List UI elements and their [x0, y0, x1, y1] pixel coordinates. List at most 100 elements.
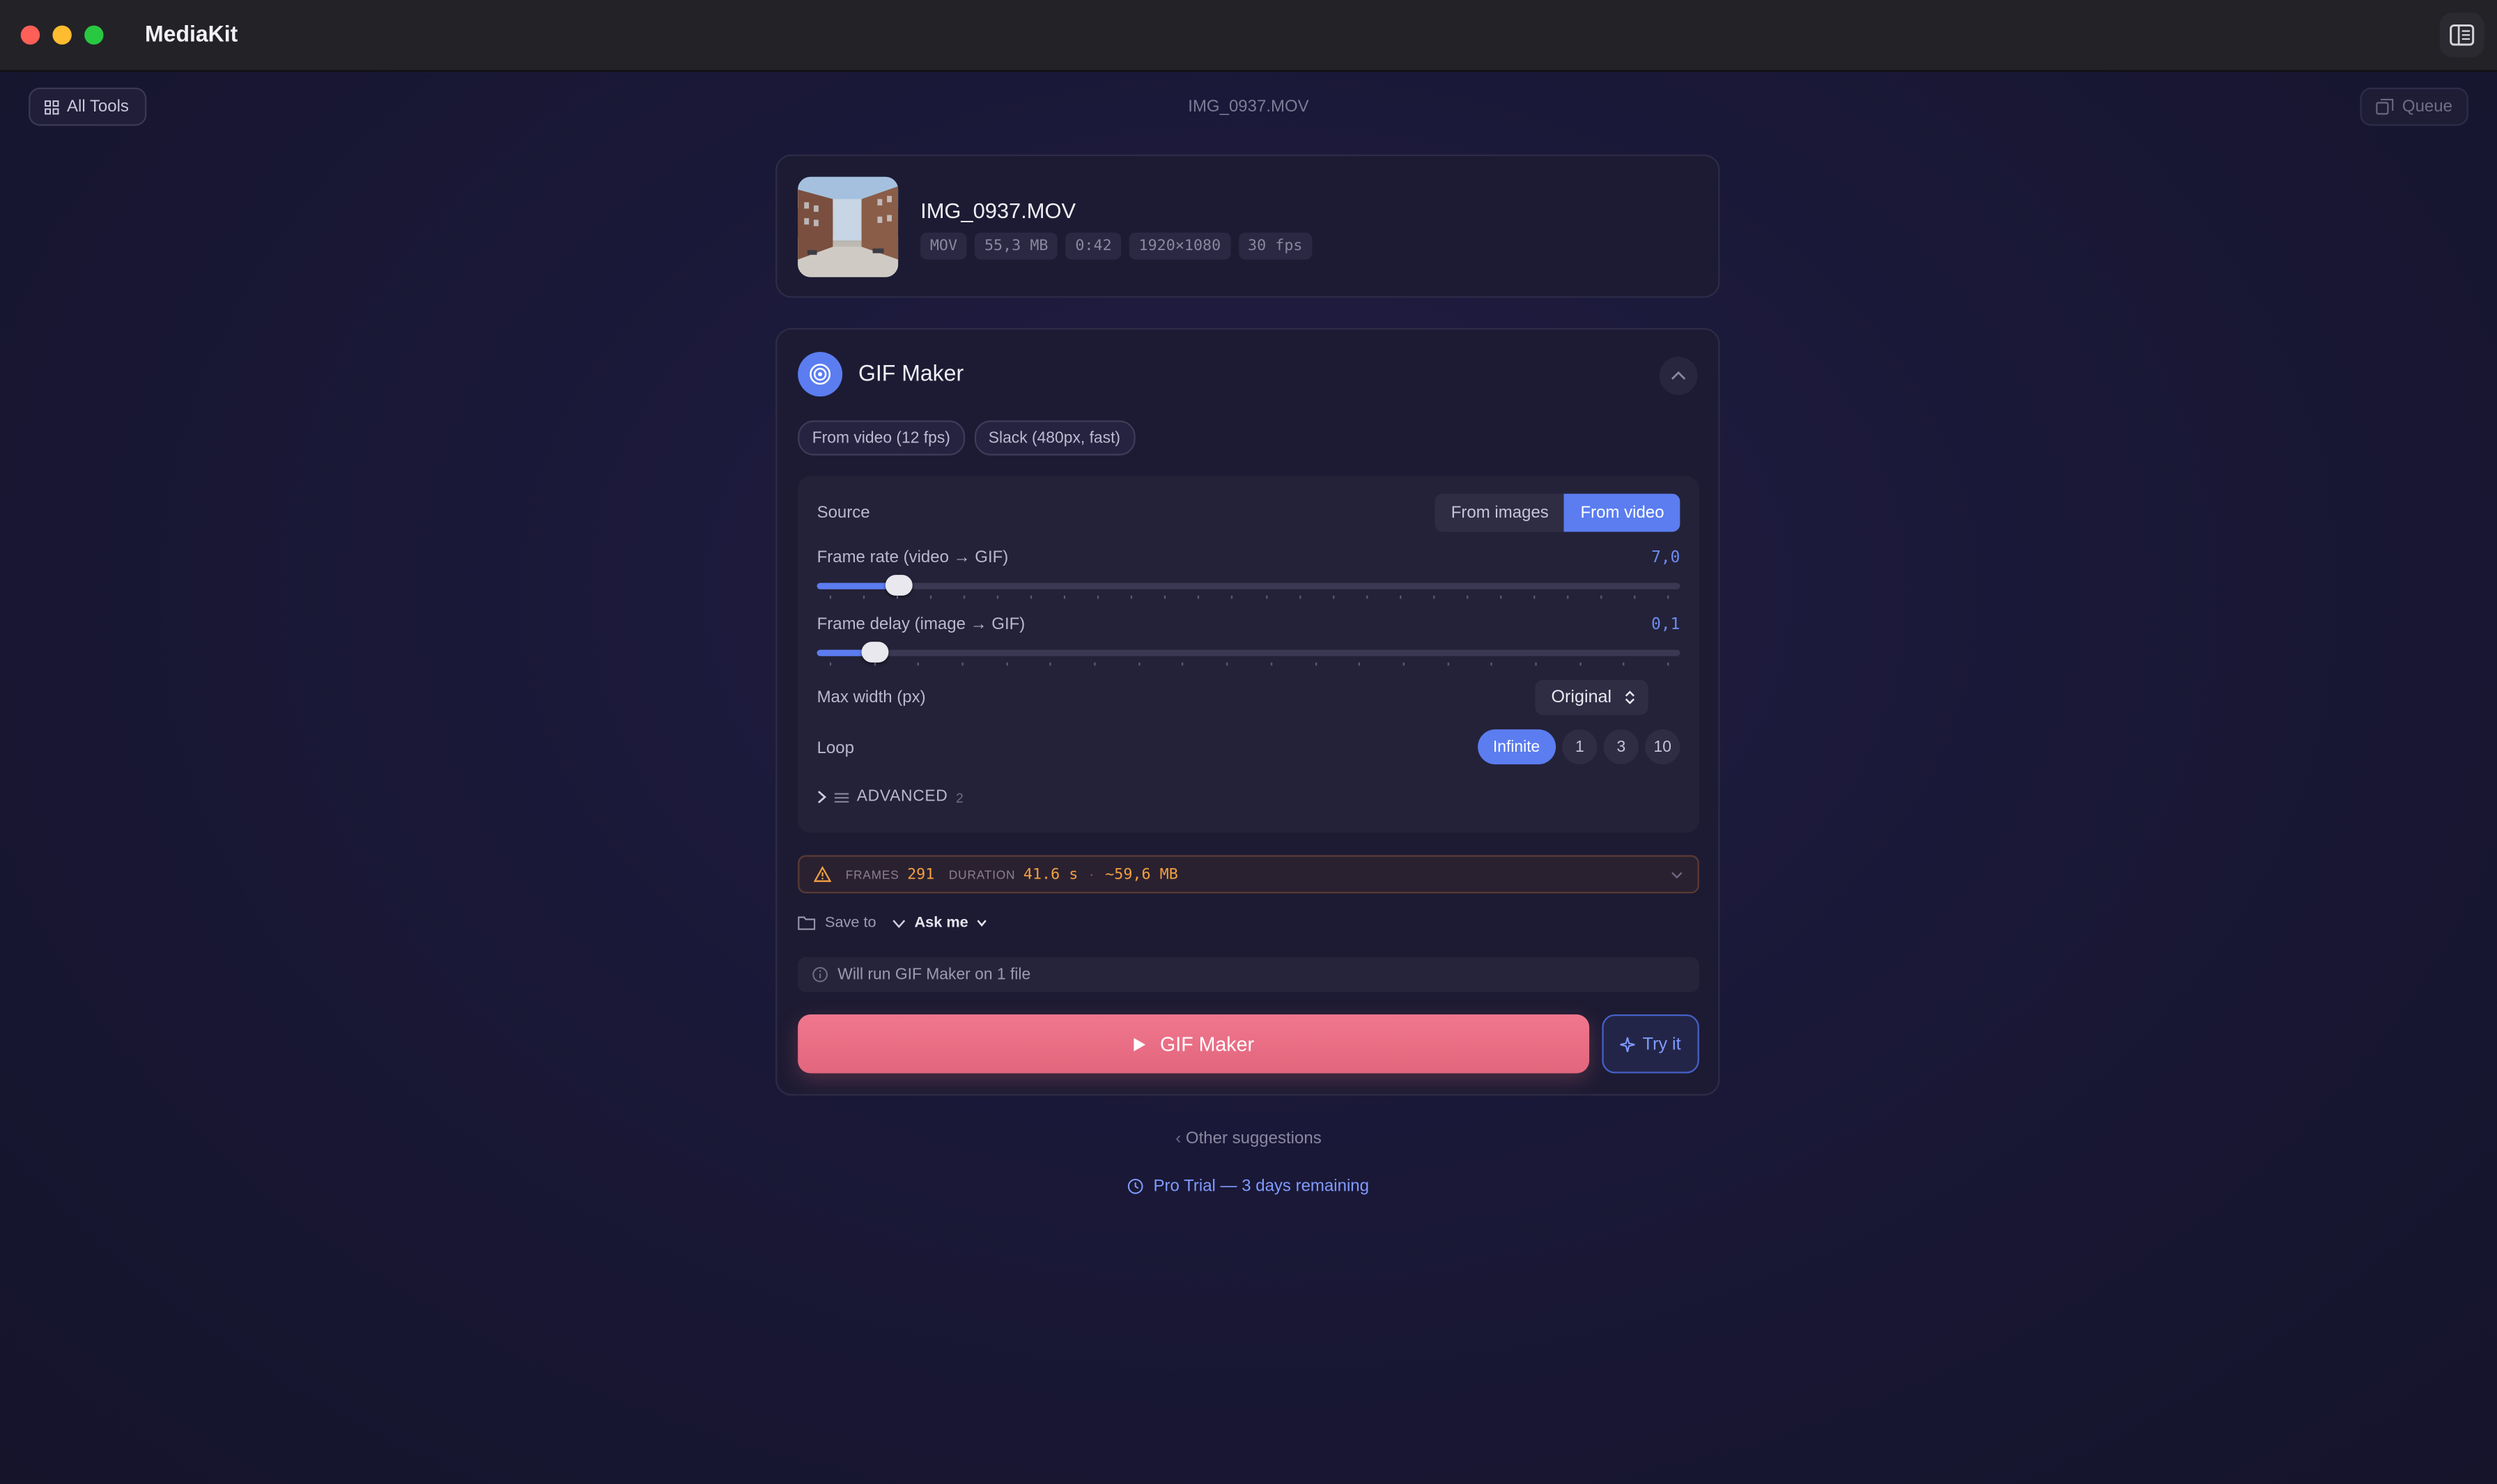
frame-rate-slider[interactable]	[817, 575, 1680, 596]
slider-tick	[829, 595, 832, 599]
slider-tick	[1270, 662, 1272, 666]
slider-tick	[997, 595, 999, 599]
sidebar-toggle-button[interactable]	[2439, 13, 2484, 58]
slider-tick	[1164, 595, 1167, 599]
slider-tick	[1432, 595, 1435, 599]
slider-tick	[1366, 595, 1368, 599]
max-width-value: Original	[1551, 688, 1612, 707]
slider-tick	[1332, 595, 1334, 599]
app-window: MediaKit All Tools IMG_0937.MOV Queue IM…	[0, 0, 2497, 1484]
app-title: MediaKit	[144, 20, 238, 47]
try-it-button[interactable]: Try it	[1602, 1014, 1699, 1074]
frame-rate-label: Frame rate (video → GIF)	[817, 548, 1009, 567]
preset-slack[interactable]: Slack (480px, fast)	[974, 420, 1135, 456]
slider-tick	[863, 595, 865, 599]
run-info-note: Will run GIF Maker on 1 file	[798, 957, 1699, 992]
warning-icon	[813, 866, 832, 882]
loop-infinite-option[interactable]: Infinite	[1477, 729, 1556, 765]
output-summary-bar[interactable]: FRAMES 291 DURATION 41.6 s · ~59,6 MB	[798, 855, 1699, 894]
slider-tick	[897, 595, 899, 599]
sliders-icon	[834, 792, 849, 802]
run-button-label: GIF Maker	[1160, 1033, 1255, 1056]
title-bar: MediaKit	[0, 0, 2497, 72]
source-segmented-control: From images From video	[1435, 493, 1680, 532]
chevron-down-icon	[1671, 872, 1683, 879]
sparkle-icon	[1621, 1036, 1636, 1051]
tool-title: GIF Maker	[858, 360, 964, 386]
chevron-left-icon: ‹	[1175, 1129, 1186, 1148]
run-gif-maker-button[interactable]: GIF Maker	[798, 1014, 1590, 1074]
info-text: Will run GIF Maker on 1 file	[837, 966, 1031, 984]
advanced-toggle[interactable]: ADVANCED 2	[817, 788, 964, 806]
duration-key: DURATION	[948, 867, 1016, 882]
slider-tick	[1299, 595, 1301, 599]
pro-trial-link[interactable]: Pro Trial — 3 days remaining	[0, 1177, 2497, 1196]
collapse-button[interactable]	[1659, 356, 1698, 395]
queue-icon	[2376, 98, 2395, 115]
sidebar-icon	[2450, 24, 2475, 46]
current-file-title: IMG_0937.MOV	[1188, 97, 1309, 116]
slider-tick	[1231, 595, 1234, 599]
slider-tick	[1535, 662, 1537, 666]
up-down-chevron-icon	[1625, 690, 1635, 704]
save-to-row: Save to Ask me	[798, 914, 987, 932]
slider-tick	[1499, 595, 1501, 599]
frame-delay-slider[interactable]	[817, 642, 1680, 663]
file-card: IMG_0937.MOV MOV 55,3 MB 0:42 1920×1080 …	[775, 154, 1720, 298]
size-chip: 55,3 MB	[975, 232, 1058, 260]
slider-tick	[1138, 662, 1141, 666]
slider-tick	[964, 595, 966, 599]
slider-tick	[1050, 662, 1052, 666]
save-location-value: Ask me	[914, 913, 968, 932]
folder-icon	[798, 916, 816, 930]
frame-delay-value: 0,1	[1651, 616, 1680, 634]
file-meta-chips: MOV 55,3 MB 0:42 1920×1080 30 fps	[920, 232, 1313, 260]
slider-tick	[1667, 662, 1669, 666]
clock-icon	[1128, 1178, 1144, 1194]
close-window-button[interactable]	[20, 25, 40, 45]
duration-value: 41.6 s	[1023, 865, 1079, 883]
loop-1-option[interactable]: 1	[1562, 729, 1598, 765]
video-thumbnail	[798, 176, 899, 277]
max-width-select[interactable]: Original	[1535, 679, 1648, 716]
minimize-window-button[interactable]	[52, 25, 72, 45]
slider-tick	[1402, 662, 1405, 666]
frame-rate-slider-handle[interactable]	[885, 575, 913, 596]
try-it-label: Try it	[1642, 1034, 1681, 1053]
zoom-window-button[interactable]	[84, 25, 104, 45]
chevron-down-icon	[977, 920, 987, 927]
source-from-video-option[interactable]: From video	[1564, 493, 1680, 532]
loop-3-option[interactable]: 3	[1603, 729, 1639, 765]
slider-tick	[1097, 595, 1099, 599]
frames-key: FRAMES	[845, 867, 899, 882]
gif-maker-icon	[798, 352, 843, 397]
save-location-select[interactable]: Ask me	[892, 914, 987, 932]
source-from-images-option[interactable]: From images	[1435, 494, 1565, 532]
frame-delay-slider-handle[interactable]	[862, 642, 890, 663]
slider-tick	[918, 662, 920, 666]
slider-tick	[1667, 595, 1669, 599]
queue-button[interactable]: Queue	[2360, 87, 2468, 126]
loop-10-option[interactable]: 10	[1645, 729, 1680, 765]
slider-tick	[930, 595, 932, 599]
frame-delay-ticks	[817, 662, 1680, 666]
slider-tick	[1579, 662, 1581, 666]
slider-tick	[1131, 595, 1133, 599]
format-chip: MOV	[920, 232, 967, 260]
slider-tick	[1198, 595, 1200, 599]
pro-trial-label: Pro Trial — 3 days remaining	[1153, 1177, 1369, 1196]
file-name: IMG_0937.MOV	[920, 199, 1076, 223]
preset-from-video[interactable]: From video (12 fps)	[798, 420, 965, 456]
frame-rate-ticks	[817, 595, 1680, 599]
fps-chip: 30 fps	[1238, 232, 1313, 260]
slider-tick	[1226, 662, 1228, 666]
frame-delay-label: Frame delay (image → GIF)	[817, 615, 1026, 634]
slider-tick	[1094, 662, 1096, 666]
advanced-count: 2	[955, 789, 964, 805]
slider-tick	[874, 662, 876, 666]
size-estimate: ~59,6 MB	[1105, 865, 1178, 883]
slider-tick	[1182, 662, 1184, 666]
gif-maker-card: GIF Maker From video (12 fps) Slack (480…	[775, 327, 1720, 1096]
slider-tick	[829, 662, 832, 666]
other-suggestions-link[interactable]: ‹ Other suggestions	[0, 1129, 2497, 1148]
